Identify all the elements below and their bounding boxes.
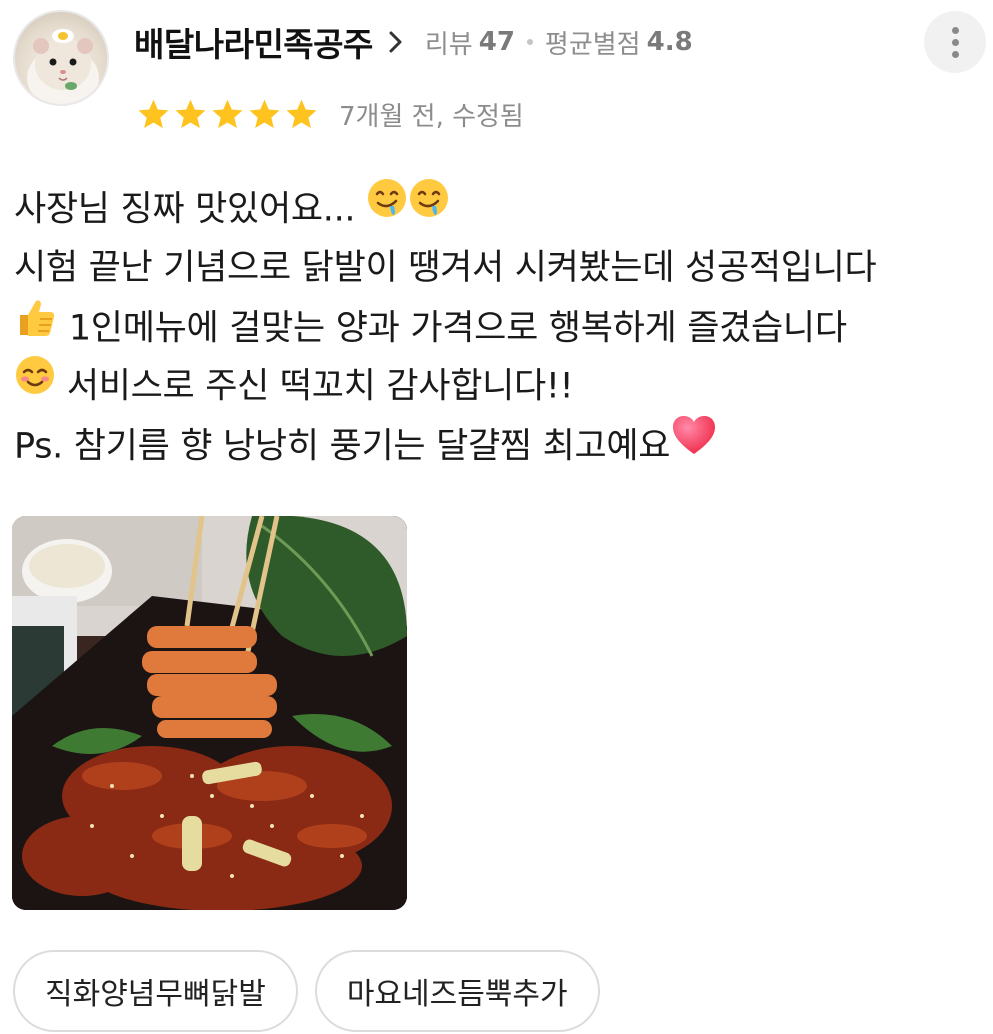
review-header: 배달나라민족공주 리뷰 47 평균별점 4.8 7개월 전, 수정됨 (0, 0, 993, 150)
menu-tag[interactable]: 직화양념무뼈닭발 (13, 950, 298, 1032)
review-line-text: 사장님 징짜 맛있어요... (14, 189, 356, 230)
star-icon (138, 99, 169, 128)
star-icon (212, 99, 243, 128)
review-date: 7개월 전, 수정됨 (339, 101, 524, 132)
menu-tag[interactable]: 마요네즈듬뿍추가 (314, 950, 600, 1032)
food-photo-icon (12, 516, 407, 910)
review-body: 사장님 징짜 맛있어요... 시험 끝난 기념으로 닭발이 땡겨서 시켜봤는데 … (14, 177, 989, 475)
review-count: 47 (478, 27, 515, 57)
review-count-label: 리뷰 (424, 29, 473, 60)
author-name[interactable]: 배달나라민족공주 (134, 18, 373, 66)
star-icon (175, 99, 206, 128)
thumbs-up-icon (14, 295, 58, 358)
star-rating (136, 97, 319, 132)
drooling-face-icon (408, 177, 450, 238)
avg-rating-label: 평균별점 (544, 29, 641, 60)
review-line-text: 서비스로 주신 떡꼬치 감사합니다!! (56, 366, 574, 407)
star-icon (249, 99, 280, 128)
author-meta: 리뷰 47 평균별점 4.8 (425, 24, 693, 61)
star-icon (286, 99, 317, 128)
rating-row: 7개월 전, 수정됨 (136, 93, 524, 135)
more-dot-icon (951, 38, 959, 46)
review-line: 1인메뉴에 걸맞는 양과 가격으로 행복하게 즐겼습니다 (14, 298, 989, 357)
review-line-text: 시험 끝난 기념으로 닭발이 땡겨서 시켜봤는데 성공적입니다 (14, 248, 877, 288)
smiling-blush-face-icon (14, 354, 56, 415)
heart-icon (670, 413, 718, 476)
review-line: 서비스로 주신 떡꼬치 감사합니다!! (14, 354, 989, 416)
separator-dot (526, 39, 533, 45)
review-photo[interactable] (12, 516, 407, 910)
review-line-text: Ps. 참기름 향 낭낭히 풍기는 달걀찜 최고예요 (14, 426, 671, 467)
avg-rating: 4.8 (646, 27, 693, 57)
avatar[interactable] (13, 10, 109, 106)
hamster-avatar-icon (27, 29, 99, 104)
more-dot-icon (951, 26, 959, 34)
review-line-text: 1인메뉴에 걸맞는 양과 가격으로 행복하게 즐겼습니다 (58, 308, 847, 349)
more-options-button[interactable] (924, 11, 986, 73)
menu-tags: 직화양념무뼈닭발 마요네즈듬뿍추가 (13, 950, 600, 1032)
chevron-right-icon[interactable] (381, 27, 411, 57)
more-dot-icon (951, 50, 959, 58)
review-line: 사장님 징짜 맛있어요... (14, 177, 989, 239)
author-row: 배달나라민족공주 리뷰 47 평균별점 4.8 (134, 18, 693, 66)
drooling-face-icon (366, 177, 408, 238)
review-line: Ps. 참기름 향 낭낭히 풍기는 달걀찜 최고예요 (14, 416, 989, 475)
review-line: 시험 끝난 기념으로 닭발이 땡겨서 시켜봤는데 성공적입니다 (14, 239, 989, 298)
